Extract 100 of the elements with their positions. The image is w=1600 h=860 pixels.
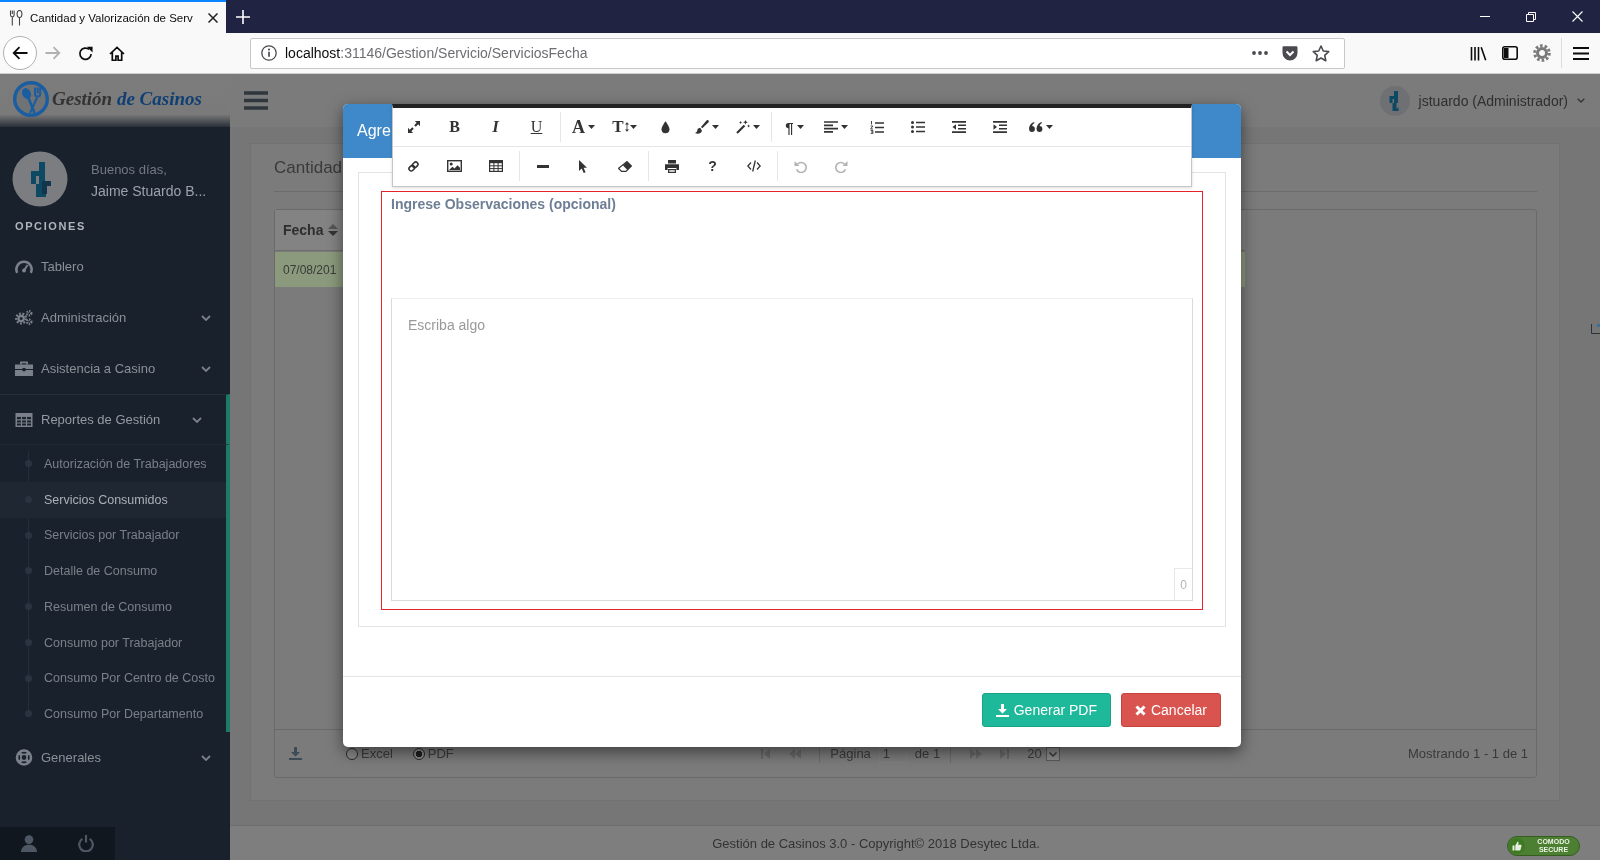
fork-spoon-icon	[8, 9, 24, 26]
table-cell: 07/08/201	[283, 262, 337, 277]
thumbs-up-icon	[1509, 837, 1525, 854]
page-label: Página	[830, 746, 871, 761]
last-page-icon	[1000, 748, 1010, 759]
indent-icon	[992, 121, 1007, 133]
modal-title: Agre	[357, 122, 391, 140]
fork-spoon-logo-icon	[13, 80, 49, 117]
redo-icon	[835, 159, 848, 173]
user-name: Jaime Stuardo B...	[91, 183, 207, 199]
avatar-icon	[12, 151, 68, 207]
toolbar-button[interactable]: A	[563, 112, 604, 142]
outdent-icon	[951, 121, 966, 133]
menu-item[interactable]: Generales	[0, 732, 230, 783]
first-page-icon	[761, 748, 771, 759]
minus-icon	[536, 164, 549, 168]
library-icon	[1469, 45, 1487, 61]
up-down-arrow-icon	[624, 121, 629, 133]
submenu-item[interactable]: Consumo Por Departamento	[0, 696, 226, 732]
sidebar-icon	[1502, 46, 1518, 60]
expand-arrows-icon	[407, 121, 420, 133]
chevron-down-icon	[1045, 746, 1060, 761]
radio-button[interactable]	[346, 747, 358, 760]
submenu-item[interactable]: Autorización de Trabajadores	[0, 446, 226, 482]
sort-icon	[328, 224, 339, 236]
download-icon	[995, 703, 1009, 717]
life-ring-icon	[15, 749, 33, 766]
power-icon	[77, 835, 94, 852]
back-button[interactable]	[3, 36, 37, 70]
radio-button[interactable]	[412, 747, 425, 760]
shield-chevron-icon[interactable]	[1282, 45, 1298, 61]
caret-icon	[1577, 98, 1585, 103]
toolbar-button[interactable]: B	[434, 112, 475, 142]
submenu-item[interactable]: Consumo por Trabajador	[0, 624, 226, 661]
menu-item[interactable]: Asistencia a Casino	[0, 343, 230, 394]
undo-icon	[794, 159, 807, 173]
numbered-list-icon	[869, 120, 884, 134]
drop-icon	[661, 120, 670, 134]
close-icon	[1134, 704, 1146, 716]
user-menu[interactable]: jstuardo (Administrador)	[1379, 85, 1585, 116]
eraser-icon	[617, 160, 632, 172]
avatar-icon	[1379, 85, 1410, 116]
cancel-button[interactable]: Cancelar	[1120, 693, 1221, 727]
address-field[interactable]: localhost:31146/Gestion/Servicio/ServiciosFecha	[250, 37, 1345, 69]
plus-icon	[236, 9, 250, 24]
brush-icon	[694, 120, 709, 134]
page-count: de 1	[914, 746, 941, 761]
download-icon	[289, 747, 302, 760]
minimize-icon	[1480, 16, 1490, 17]
bullet-list-icon	[910, 121, 925, 133]
submenu-item[interactable]: Resumen de Consumo	[0, 589, 226, 625]
user-icon	[20, 835, 37, 852]
toolbar-button[interactable]: U	[516, 112, 557, 142]
briefcase-icon	[15, 361, 33, 376]
image-icon	[447, 160, 462, 172]
page-title: Cantidad	[274, 157, 343, 178]
link-icon	[407, 159, 420, 173]
magic-wand-icon	[735, 120, 750, 134]
quote-icon	[1028, 122, 1043, 132]
toolbar-button[interactable]: T	[604, 112, 645, 142]
toolbar-button[interactable]: ¶	[774, 112, 815, 142]
character-counter: 0	[1174, 568, 1192, 600]
code-icon	[746, 160, 761, 172]
align-left-icon	[823, 121, 838, 133]
submenu-item[interactable]: Servicios por Trabajador	[0, 517, 226, 554]
copyright-text: Gestión de Casinos 3.0 - Copyright© 2018 Desytec Ltda.	[712, 836, 1040, 851]
arrow-right-icon	[45, 45, 61, 61]
toolbar-button[interactable]: I	[475, 112, 516, 142]
gears-icon	[15, 309, 33, 326]
submenu-item[interactable]: Consumo Por Centro de Costo	[0, 660, 226, 697]
greeting-text: Buenos días,	[91, 162, 168, 177]
menu-item[interactable]: Administración	[0, 292, 230, 343]
restore-icon	[1526, 11, 1536, 22]
corner-mark-icon	[1591, 324, 1600, 334]
table-icon	[488, 160, 503, 172]
star-icon[interactable]	[1312, 44, 1330, 62]
menu-item[interactable]: Tablero	[0, 241, 230, 292]
reload-icon	[77, 45, 93, 61]
more-dots-icon[interactable]	[1252, 51, 1268, 55]
submenu-item[interactable]: Servicios Consumidos	[0, 481, 226, 518]
editor-field[interactable]: Escriba algo 0	[391, 298, 1193, 601]
gear-icon	[1533, 44, 1551, 62]
arrow-left-icon	[12, 45, 28, 61]
home-icon	[109, 45, 125, 61]
browser-tab[interactable]: Cantidad y Valorización de Serv	[0, 0, 226, 33]
menu-icon	[1573, 46, 1589, 60]
submenu-item[interactable]: Detalle de Consumo	[0, 553, 226, 589]
cursor-icon	[579, 159, 588, 173]
close-icon	[1571, 11, 1583, 22]
gauge-icon	[15, 259, 33, 274]
info-icon	[261, 45, 277, 61]
table-icon	[15, 412, 33, 427]
close-icon	[208, 12, 218, 23]
printer-icon	[664, 159, 679, 173]
toolbar-button[interactable]: ?	[692, 151, 733, 181]
menu-icon	[244, 91, 268, 110]
field-label: Ingrese Observaciones (opcional)	[391, 196, 616, 212]
brand-name: Gestión de Casinos	[52, 87, 202, 110]
record-summary: Mostrando 1 - 1 de 1	[1408, 746, 1528, 761]
section-title: OPCIONES	[15, 219, 86, 233]
